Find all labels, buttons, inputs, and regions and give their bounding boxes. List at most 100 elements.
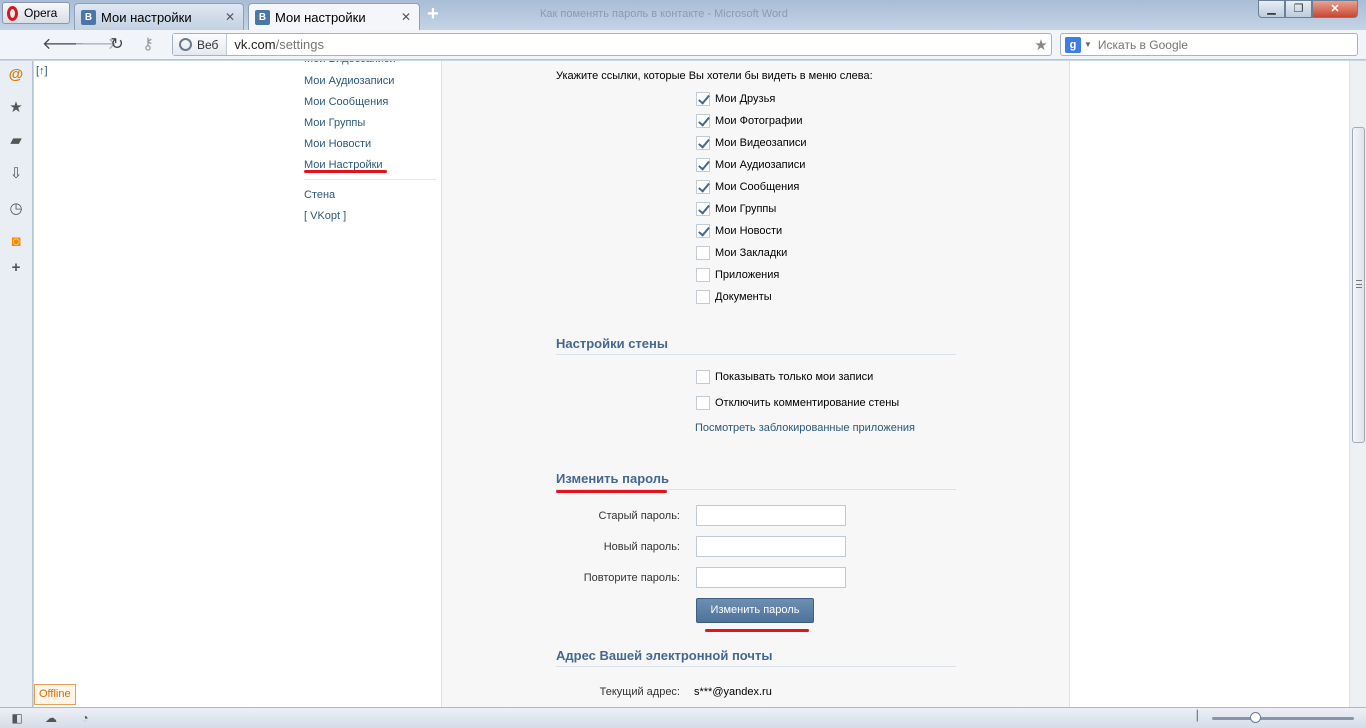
opera-menu-button[interactable]: Opera xyxy=(2,2,70,24)
menu-option-photos[interactable]: Мои Фотографии xyxy=(696,114,802,128)
zoom-slider-knob[interactable] xyxy=(1249,712,1261,723)
address-url[interactable]: vk.com/settings xyxy=(227,37,1031,52)
menu-option-bookmarks[interactable]: Мои Закладки xyxy=(696,246,787,260)
menu-settings-intro: Укажите ссылки, которые Вы хотели бы вид… xyxy=(556,70,873,82)
menu-option-audio[interactable]: Мои Аудиозаписи xyxy=(696,158,805,172)
checkbox[interactable] xyxy=(696,202,710,216)
menu-option-messages[interactable]: Мои Сообщения xyxy=(696,180,799,194)
odnoklassniki-icon[interactable]: ◙ xyxy=(7,233,25,251)
change-password-button[interactable]: Изменить пароль xyxy=(696,598,814,623)
maximize-button[interactable]: ❐ xyxy=(1285,0,1312,18)
repeat-password-field[interactable] xyxy=(696,567,846,588)
blocked-apps-link[interactable]: Посмотреть заблокированные приложения xyxy=(695,422,915,434)
tab-vk-settings-2[interactable]: В Мои настройки ✕ xyxy=(248,3,420,30)
menu-divider xyxy=(304,179,436,180)
checkbox-label: Мои Закладки xyxy=(715,247,788,259)
bookmark-star-icon[interactable]: ★ xyxy=(1031,36,1051,54)
address-bar[interactable]: Веб vk.com/settings ★ xyxy=(172,33,1052,56)
window-title: Как поменять пароль в контакте - Microso… xyxy=(540,8,788,20)
menu-link-messages[interactable]: Мои Сообщения xyxy=(304,92,436,113)
side-panel: @ ★ ▰ ⇩ ◷ ◙ + xyxy=(0,61,33,707)
menu-link-audio[interactable]: Мои Аудиозаписи xyxy=(304,71,436,92)
downloads-icon[interactable]: ⇩ xyxy=(7,165,25,183)
menu-link-videos[interactable]: Мои Видеозаписи xyxy=(304,61,396,70)
menu-link-news[interactable]: Мои Новости xyxy=(304,134,436,155)
opera-logo-icon xyxy=(7,5,18,21)
zoom-button-icon[interactable]: ▕ xyxy=(1190,711,1200,722)
page-viewport: [↑] Мои Видеозаписи Мои Аудиозаписи Мои … xyxy=(34,61,1349,707)
tab-title: Мои настройки xyxy=(101,9,192,25)
add-panel-icon[interactable]: + xyxy=(7,259,25,277)
chevron-down-icon[interactable]: ▼ xyxy=(1084,40,1092,49)
checkbox[interactable] xyxy=(696,114,710,128)
checkbox[interactable] xyxy=(696,396,710,410)
tab-vk-settings-1[interactable]: В Мои настройки ✕ xyxy=(74,3,244,30)
status-bar: ◧ ☁ ◔ ▕ xyxy=(0,707,1366,728)
bookmarks-star-icon[interactable]: ★ xyxy=(7,99,25,117)
menu-link-groups[interactable]: Мои Группы xyxy=(304,113,436,134)
checkbox[interactable] xyxy=(696,370,710,384)
checkbox-label: Мои Группы xyxy=(715,203,777,215)
new-password-field[interactable] xyxy=(696,536,846,557)
address-host: vk.com xyxy=(234,37,276,52)
panel-toggle-icon[interactable]: ◧ xyxy=(9,711,25,725)
search-box[interactable]: g ▼ xyxy=(1060,33,1358,56)
close-tab-icon[interactable]: ✕ xyxy=(399,10,413,24)
menu-link-vkopt[interactable]: [ VKopt ] xyxy=(304,206,436,227)
address-badge[interactable]: Веб xyxy=(173,34,228,55)
menu-option-documents[interactable]: Документы xyxy=(696,290,772,304)
checkbox[interactable] xyxy=(696,246,710,260)
new-tab-button[interactable]: + xyxy=(424,4,442,24)
current-email-value: s***@yandex.ru xyxy=(694,686,772,698)
change-password-heading: Изменить пароль xyxy=(556,471,956,490)
scrollbar-thumb[interactable] xyxy=(1352,127,1365,443)
menu-option-videos[interactable]: Мои Видеозаписи xyxy=(696,136,807,150)
old-password-field[interactable] xyxy=(696,505,846,526)
window-controls: ▁ ❐ ✕ xyxy=(1258,0,1358,18)
wall-option-disable-comments[interactable]: Отключить комментирование стены xyxy=(696,396,899,410)
checkbox-label: Приложения xyxy=(715,269,780,281)
mail-icon[interactable]: @ xyxy=(7,66,25,84)
repeat-password-label: Повторите пароль: xyxy=(583,572,680,584)
key-icon[interactable]: ⚷ xyxy=(137,35,159,55)
checkbox[interactable] xyxy=(696,224,710,238)
reload-icon[interactable]: ↻ xyxy=(106,35,128,55)
vk-favicon-icon: В xyxy=(81,9,96,25)
vertical-scrollbar[interactable] xyxy=(1349,61,1366,707)
checkbox[interactable] xyxy=(696,180,710,194)
menu-option-news[interactable]: Мои Новости xyxy=(696,224,782,238)
zoom-slider[interactable] xyxy=(1212,712,1354,723)
settings-column: Укажите ссылки, которые Вы хотели бы вид… xyxy=(441,61,1070,707)
menu-option-groups[interactable]: Мои Группы xyxy=(696,202,776,216)
back-arrow-icon[interactable]: 🡐 xyxy=(42,35,85,55)
email-heading: Адрес Вашей электронной почты xyxy=(556,648,956,667)
checkbox[interactable] xyxy=(696,136,710,150)
checkbox[interactable] xyxy=(696,290,710,304)
notes-icon[interactable]: ▰ xyxy=(7,132,25,150)
vk-left-menu: Мои Видеозаписи Мои Аудиозаписи Мои Сооб… xyxy=(304,61,436,227)
history-clock-icon[interactable]: ◷ xyxy=(7,200,25,218)
annotation-underline xyxy=(556,490,667,493)
minimize-button[interactable]: ▁ xyxy=(1258,0,1285,18)
turbo-gauge-icon[interactable]: ◔ xyxy=(77,711,93,725)
address-badge-label: Веб xyxy=(197,37,219,52)
menu-link-wall[interactable]: Стена xyxy=(304,185,436,206)
menu-option-friends[interactable]: Мои Друзья xyxy=(696,92,775,106)
google-icon[interactable]: g xyxy=(1065,36,1081,53)
close-tab-icon[interactable]: ✕ xyxy=(223,10,237,24)
checkbox[interactable] xyxy=(696,268,710,282)
vk-favicon-icon: В xyxy=(255,9,270,25)
checkbox[interactable] xyxy=(696,158,710,172)
wall-option-own-posts[interactable]: Показывать только мои записи xyxy=(696,370,873,384)
scroll-to-top-link[interactable]: [↑] xyxy=(36,65,48,77)
close-window-button[interactable]: ✕ xyxy=(1312,0,1358,18)
opera-unite-cloud-icon[interactable]: ☁ xyxy=(43,711,59,725)
opera-menu-label: Opera xyxy=(24,6,58,20)
wall-settings-heading: Настройки стены xyxy=(556,336,956,355)
search-input[interactable] xyxy=(1097,37,1357,52)
checkbox[interactable] xyxy=(696,92,710,106)
menu-option-apps[interactable]: Приложения xyxy=(696,268,779,282)
grip-icon xyxy=(1356,280,1362,288)
offline-indicator[interactable]: Offline xyxy=(34,684,76,705)
forward-arrow-icon[interactable]: 🡒 xyxy=(74,35,117,55)
